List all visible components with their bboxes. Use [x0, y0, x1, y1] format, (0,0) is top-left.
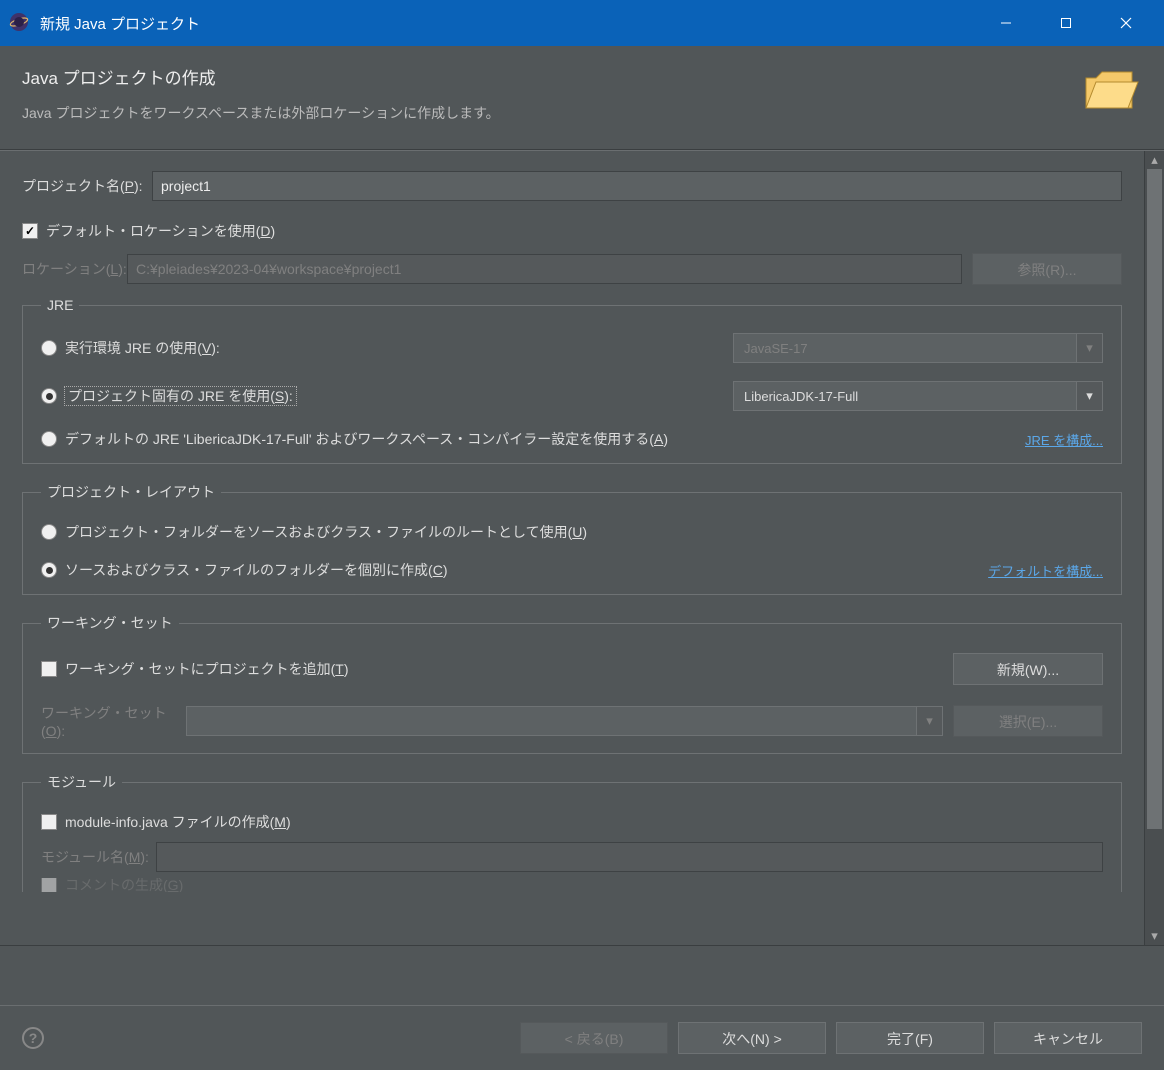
configure-default-link[interactable]: デフォルトを構成... — [988, 561, 1103, 580]
finish-button[interactable]: 完了(F) — [836, 1022, 984, 1054]
layout-root-label: プロジェクト・フォルダーをソースおよびクラス・ファイルのルートとして使用(U) — [65, 522, 1103, 542]
module-name-label: モジュール名(M): — [41, 847, 156, 867]
add-workingset-label: ワーキング・セットにプロジェクトを追加(T) — [65, 659, 953, 679]
window-title: 新規 Java プロジェクト — [40, 13, 976, 34]
module-name-input — [156, 842, 1103, 872]
wizard-header: Java プロジェクトの作成 Java プロジェクトをワークスペースまたは外部ロ… — [0, 46, 1164, 150]
project-jre-radio[interactable] — [41, 388, 57, 404]
page-title: Java プロジェクトの作成 — [22, 64, 1082, 89]
select-workingset-button: 選択(E)... — [953, 705, 1103, 737]
layout-legend: プロジェクト・レイアウト — [41, 482, 221, 502]
project-jre-label: プロジェクト固有の JRE を使用(S): — [65, 386, 733, 406]
configure-jre-link[interactable]: JRE を構成... — [1025, 430, 1103, 449]
content-area: プロジェクト名(P): ✓ デフォルト・ロケーションを使用(D) ロケーション(… — [0, 151, 1144, 945]
eclipse-icon — [8, 11, 30, 36]
minimize-button[interactable] — [976, 0, 1036, 46]
layout-root-radio[interactable] — [41, 524, 57, 540]
jre-legend: JRE — [41, 297, 79, 313]
cancel-button[interactable]: キャンセル — [994, 1022, 1142, 1054]
layout-group: プロジェクト・レイアウト プロジェクト・フォルダーをソースおよびクラス・ファイル… — [22, 482, 1122, 595]
scroll-down-icon[interactable]: ▾ — [1145, 927, 1164, 945]
scroll-up-icon[interactable]: ▴ — [1145, 151, 1164, 169]
create-module-info-label: module-info.java ファイルの作成(M) — [65, 812, 291, 832]
wizard-folder-icon — [1082, 64, 1142, 114]
workingset-select: ▾ — [186, 706, 943, 736]
generate-comment-checkbox — [41, 878, 57, 892]
chevron-down-icon[interactable]: ▾ — [1076, 382, 1102, 410]
chevron-down-icon: ▾ — [1076, 334, 1102, 362]
chevron-down-icon: ▾ — [916, 707, 942, 735]
add-workingset-checkbox[interactable] — [41, 661, 57, 677]
generate-comment-label: コメントの生成(G) — [65, 878, 183, 892]
jre-group: JRE 実行環境 JRE の使用(V): JavaSE-17 ▾ プロジェクト固… — [22, 297, 1122, 464]
layout-separate-label: ソースおよびクラス・ファイルのフォルダーを個別に作成(C) — [65, 560, 988, 580]
help-icon[interactable]: ? — [22, 1027, 44, 1049]
vertical-scrollbar[interactable]: ▴ ▾ — [1144, 151, 1164, 945]
project-name-input[interactable] — [152, 171, 1122, 201]
exec-env-radio[interactable] — [41, 340, 57, 356]
default-jre-radio[interactable] — [41, 431, 57, 447]
browse-button: 参照(R)... — [972, 253, 1122, 285]
project-jre-select[interactable]: LibericaJDK-17-Full ▾ — [733, 381, 1103, 411]
maximize-button[interactable] — [1036, 0, 1096, 46]
exec-env-select: JavaSE-17 ▾ — [733, 333, 1103, 363]
project-name-label: プロジェクト名(P): — [22, 176, 152, 196]
layout-separate-radio[interactable] — [41, 562, 57, 578]
module-legend: モジュール — [41, 772, 122, 792]
default-jre-label: デフォルトの JRE 'LibericaJDK-17-Full' およびワークス… — [65, 429, 1025, 449]
location-input — [127, 254, 962, 284]
new-workingset-button[interactable]: 新規(W)... — [953, 653, 1103, 685]
exec-env-label: 実行環境 JRE の使用(V): — [65, 338, 733, 358]
titlebar: 新規 Java プロジェクト — [0, 0, 1164, 46]
workingset-legend: ワーキング・セット — [41, 613, 179, 633]
workingset-group: ワーキング・セット ワーキング・セットにプロジェクトを追加(T) 新規(W)..… — [22, 613, 1122, 754]
back-button: < 戻る(B) — [520, 1022, 668, 1054]
next-button[interactable]: 次へ(N) > — [678, 1022, 826, 1054]
wizard-footer: ? < 戻る(B) 次へ(N) > 完了(F) キャンセル — [0, 1005, 1164, 1070]
use-default-location-checkbox[interactable]: ✓ — [22, 223, 38, 239]
create-module-info-checkbox[interactable] — [41, 814, 57, 830]
location-label: ロケーション(L): — [22, 259, 127, 279]
close-button[interactable] — [1096, 0, 1156, 46]
use-default-location-label: デフォルト・ロケーションを使用(D) — [46, 221, 275, 241]
module-group: モジュール module-info.java ファイルの作成(M) モジュール名… — [22, 772, 1122, 892]
scrollbar-thumb[interactable] — [1147, 169, 1162, 829]
workingset-select-label: ワーキング・セット(O): — [41, 703, 186, 739]
page-description: Java プロジェクトをワークスペースまたは外部ロケーションに作成します。 — [22, 103, 1082, 123]
